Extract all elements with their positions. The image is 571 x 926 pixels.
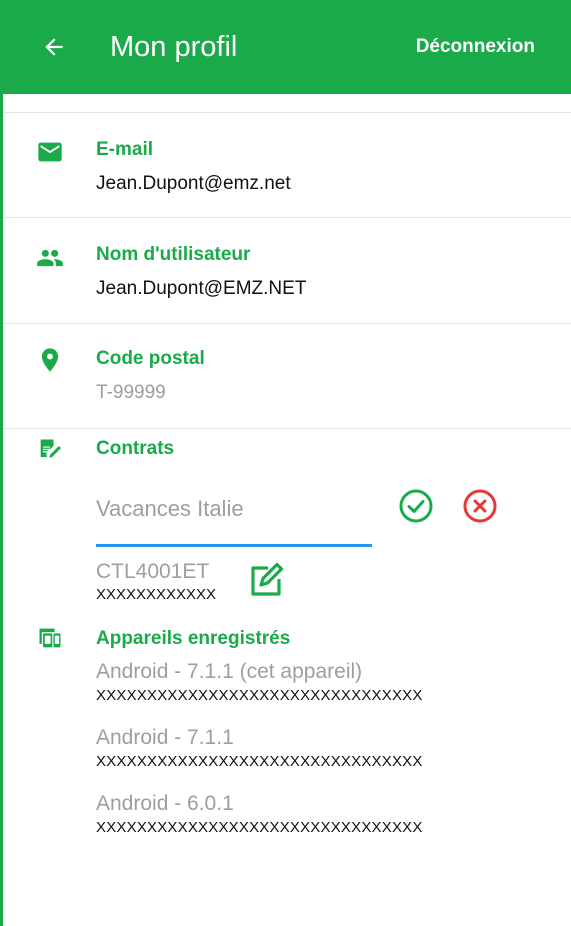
divider [3, 323, 571, 324]
mail-icon [38, 142, 62, 162]
device-id: XXXXXXXXXXXXXXXXXXXXXXXXXXXXXXXX [96, 819, 423, 836]
arrow-left-icon [45, 38, 63, 56]
check-circle-icon[interactable] [398, 488, 434, 524]
edit-document-icon [40, 439, 61, 458]
cancel-circle-icon[interactable] [462, 488, 498, 524]
contract-name-field[interactable] [96, 486, 372, 547]
username-label: Nom d'utilisateur [96, 244, 251, 265]
device-name: Android - 7.1.1 (cet appareil) [96, 660, 363, 683]
postal-value: T-99999 [96, 382, 166, 403]
username-value: Jean.Dupont@EMZ.NET [96, 278, 307, 299]
logout-button[interactable]: Déconnexion [416, 34, 535, 60]
divider [3, 112, 571, 113]
contract-name-input[interactable] [96, 494, 356, 524]
contract-code: CTL4001ET [96, 560, 210, 583]
devices-label: Appareils enregistrés [96, 628, 291, 649]
people-icon [37, 249, 63, 267]
email-value: Jean.Dupont@emz.net [96, 173, 291, 194]
location-pin-icon [41, 348, 59, 372]
back-button[interactable] [36, 29, 72, 65]
device-id: XXXXXXXXXXXXXXXXXXXXXXXXXXXXXXXX [96, 753, 423, 770]
page-title: Mon profil [110, 31, 238, 63]
devices-icon [39, 628, 61, 648]
device-id: XXXXXXXXXXXXXXXXXXXXXXXXXXXXXXXX [96, 687, 423, 704]
divider [3, 428, 571, 429]
left-edge-bar [0, 0, 3, 926]
contracts-label: Contrats [96, 438, 175, 459]
pencil-edit-icon[interactable] [246, 560, 286, 600]
email-label: E-mail [96, 139, 154, 160]
divider [3, 217, 571, 218]
postal-label: Code postal [96, 348, 205, 369]
app-bar: Mon profil Déconnexion [0, 0, 571, 94]
device-name: Android - 6.0.1 [96, 792, 234, 815]
contract-subtitle: XXXXXXXXXXXX [96, 586, 217, 603]
device-name: Android - 7.1.1 [96, 726, 234, 749]
